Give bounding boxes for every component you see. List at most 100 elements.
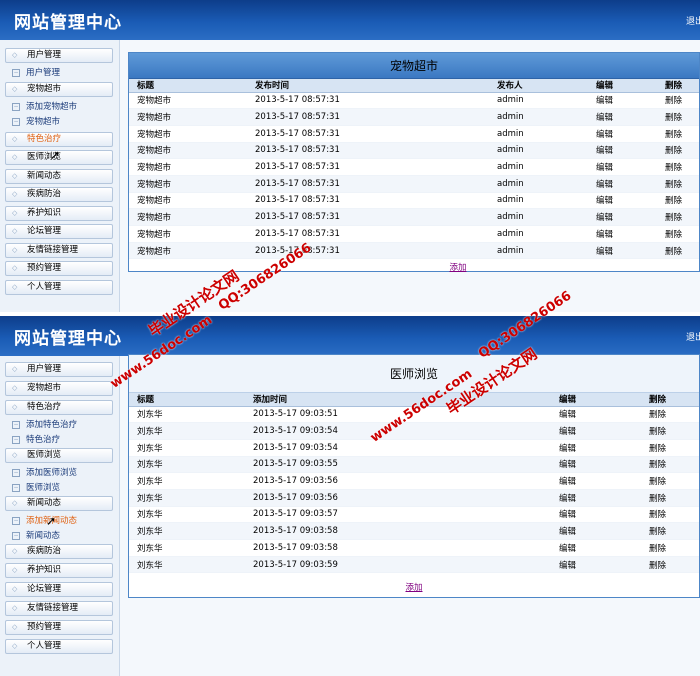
edit-link[interactable]: 编辑: [588, 208, 657, 226]
menu-item-label: 个人管理: [27, 281, 62, 292]
sidebar-menu-button[interactable]: ◇ 疾病防治: [5, 187, 113, 202]
column-header: 发布人: [489, 79, 588, 93]
table-row: 刘东华 2013-5-17 09:03:54 编辑 删除: [129, 422, 699, 440]
menu-item-label: 用户管理: [27, 50, 62, 60]
mouse-cursor-icon: ➚: [50, 148, 61, 162]
sidebar-menu-button[interactable]: ◇ 个人管理: [5, 279, 113, 295]
delete-link[interactable]: 删除: [657, 175, 699, 193]
table-cell: 刘东华: [129, 406, 245, 424]
sidebar-menu-button[interactable]: ◇ 宠物超市: [5, 381, 113, 396]
sidebar-menu: ◇ 用户管理 − 用户管理 ◇ 宠物超市 − 添加宠物超市 − 宠物超市 ◇ 特色治疗 ◇ 医师浏览 ◇ 新闻…: [0, 40, 120, 312]
content-panel: 医师浏览 标题 添加时间 编辑 删除 刘东华 2013-5-17 09:03:51 编辑删…: [128, 354, 700, 598]
delete-link[interactable]: 删除: [641, 439, 699, 457]
edit-link[interactable]: 编辑: [551, 522, 641, 540]
collapse-box-icon: −: [12, 483, 20, 492]
sidebar-menu-button[interactable]: ◇ 养护知识: [5, 205, 113, 221]
table-row: 宠物超市 2013-5-17 08:57:31 admin 编辑 删除: [129, 192, 699, 210]
sidebar-menu-button[interactable]: ◇ 个人管理: [5, 639, 113, 654]
delete-link[interactable]: 删除: [641, 489, 699, 507]
table-row: 宠物超市 2013-5-17 08:57:31 admin 编辑 删除: [129, 225, 699, 243]
sidebar-subitem[interactable]: − 特色治疗: [12, 434, 60, 446]
sidebar-subitem[interactable]: − 添加新闻动态: [12, 515, 77, 527]
menu-item-label: 用户管理: [27, 364, 62, 374]
delete-link[interactable]: 删除: [641, 406, 699, 424]
sidebar-subitem[interactable]: − 用户管理: [12, 67, 60, 79]
sidebar-menu-button[interactable]: ◇ 用户管理: [5, 362, 113, 377]
sidebar-subitem[interactable]: − 宠物超市: [12, 116, 60, 128]
bullet-icon: ◇: [12, 403, 18, 411]
table-cell: 2013-5-17 08:57:31: [247, 175, 489, 193]
delete-link[interactable]: 删除: [657, 108, 699, 126]
table-cell: 宠物超市: [129, 175, 247, 193]
delete-link[interactable]: 删除: [657, 158, 699, 176]
edit-link[interactable]: 编辑: [551, 506, 641, 524]
table-cell: 2013-5-17 08:57:31: [247, 92, 489, 110]
logout-link[interactable]: 退出: [686, 330, 700, 343]
delete-link[interactable]: 删除: [657, 225, 699, 243]
edit-link[interactable]: 编辑: [551, 539, 641, 557]
sidebar-menu-button[interactable]: ◇ 预约管理: [5, 261, 113, 276]
delete-link[interactable]: 删除: [657, 192, 699, 210]
delete-link[interactable]: 删除: [641, 456, 699, 474]
edit-link[interactable]: 编辑: [551, 439, 641, 457]
edit-link[interactable]: 编辑: [588, 108, 657, 126]
edit-link[interactable]: 编辑: [588, 192, 657, 210]
sidebar-menu-button[interactable]: ◇ 宠物超市: [5, 82, 113, 97]
sidebar-menu: ◇ 用户管理 ◇ 宠物超市 ◇ 特色治疗 − 添加特色治疗 − 特色治疗 ◇ 医师浏览 − 添加医师浏览 −…: [0, 356, 120, 676]
delete-link[interactable]: 删除: [657, 142, 699, 160]
table-cell: admin: [489, 92, 588, 110]
table-title: 医师浏览: [129, 355, 699, 393]
sidebar-subitem[interactable]: − 新闻动态: [12, 530, 60, 542]
table-cell: 宠物超市: [129, 158, 247, 176]
edit-link[interactable]: 编辑: [551, 472, 641, 490]
delete-link[interactable]: 删除: [641, 506, 699, 524]
sidebar-subitem[interactable]: − 添加宠物超市: [12, 101, 77, 113]
logout-link[interactable]: 退出: [686, 14, 700, 27]
edit-link[interactable]: 编辑: [588, 242, 657, 260]
edit-link[interactable]: 编辑: [551, 556, 641, 574]
menu-item-label: 论坛管理: [27, 226, 62, 236]
bullet-icon: ◇: [12, 499, 18, 507]
edit-link[interactable]: 编辑: [588, 142, 657, 160]
edit-link[interactable]: 编辑: [588, 225, 657, 243]
sidebar-menu-button[interactable]: ◇ 预约管理: [5, 620, 113, 635]
table-row: 宠物超市 2013-5-17 08:57:31 admin 编辑 删除: [129, 242, 699, 260]
delete-link[interactable]: 删除: [641, 556, 699, 574]
column-header: 编辑: [551, 393, 641, 407]
delete-link[interactable]: 删除: [657, 208, 699, 226]
sidebar-menu-button[interactable]: ◇ 论坛管理: [5, 224, 113, 239]
bullet-icon: ◇: [12, 282, 18, 291]
delete-link[interactable]: 删除: [641, 422, 699, 440]
sidebar-menu-button[interactable]: ◇ 友情链接管理: [5, 601, 113, 616]
sidebar-menu-button[interactable]: ◇ 养护知识: [5, 563, 113, 578]
delete-link[interactable]: 删除: [641, 522, 699, 540]
edit-link[interactable]: 编辑: [551, 456, 641, 474]
sidebar-menu-button[interactable]: ◇ 疾病防治: [5, 544, 113, 559]
delete-link[interactable]: 删除: [641, 539, 699, 557]
bullet-icon: ◇: [12, 451, 18, 459]
delete-link[interactable]: 删除: [657, 242, 699, 260]
edit-link[interactable]: 编辑: [588, 175, 657, 193]
table-row: 刘东华 2013-5-17 09:03:55 编辑 删除: [129, 456, 699, 474]
add-link[interactable]: 添加: [129, 579, 699, 597]
sidebar-menu-button[interactable]: ◇ 特色治疗: [5, 400, 113, 415]
delete-link[interactable]: 删除: [657, 125, 699, 143]
sidebar-menu-button[interactable]: ◇ 用户管理: [5, 48, 113, 63]
sidebar-menu-button[interactable]: ◇ 特色治疗: [5, 131, 113, 147]
edit-link[interactable]: 编辑: [588, 125, 657, 143]
sidebar-menu-button[interactable]: ◇ 新闻动态: [5, 168, 113, 184]
sidebar-subitem[interactable]: − 添加特色治疗: [12, 419, 77, 431]
sidebar-menu-button[interactable]: ◇ 友情链接管理: [5, 242, 113, 258]
edit-link[interactable]: 编辑: [588, 92, 657, 110]
delete-link[interactable]: 删除: [657, 92, 699, 110]
sidebar-menu-button[interactable]: ◇ 论坛管理: [5, 582, 113, 597]
delete-link[interactable]: 删除: [641, 472, 699, 490]
edit-link[interactable]: 编辑: [551, 489, 641, 507]
edit-link[interactable]: 编辑: [551, 422, 641, 440]
sidebar-menu-button[interactable]: ◇ 医师浏览: [5, 448, 113, 463]
sidebar-subitem[interactable]: − 医师浏览: [12, 482, 60, 494]
edit-link[interactable]: 编辑: [588, 158, 657, 176]
sidebar-menu-button[interactable]: ◇ 新闻动态: [5, 496, 113, 511]
edit-link[interactable]: 编辑: [551, 406, 641, 424]
sidebar-subitem[interactable]: − 添加医师浏览: [12, 467, 77, 479]
